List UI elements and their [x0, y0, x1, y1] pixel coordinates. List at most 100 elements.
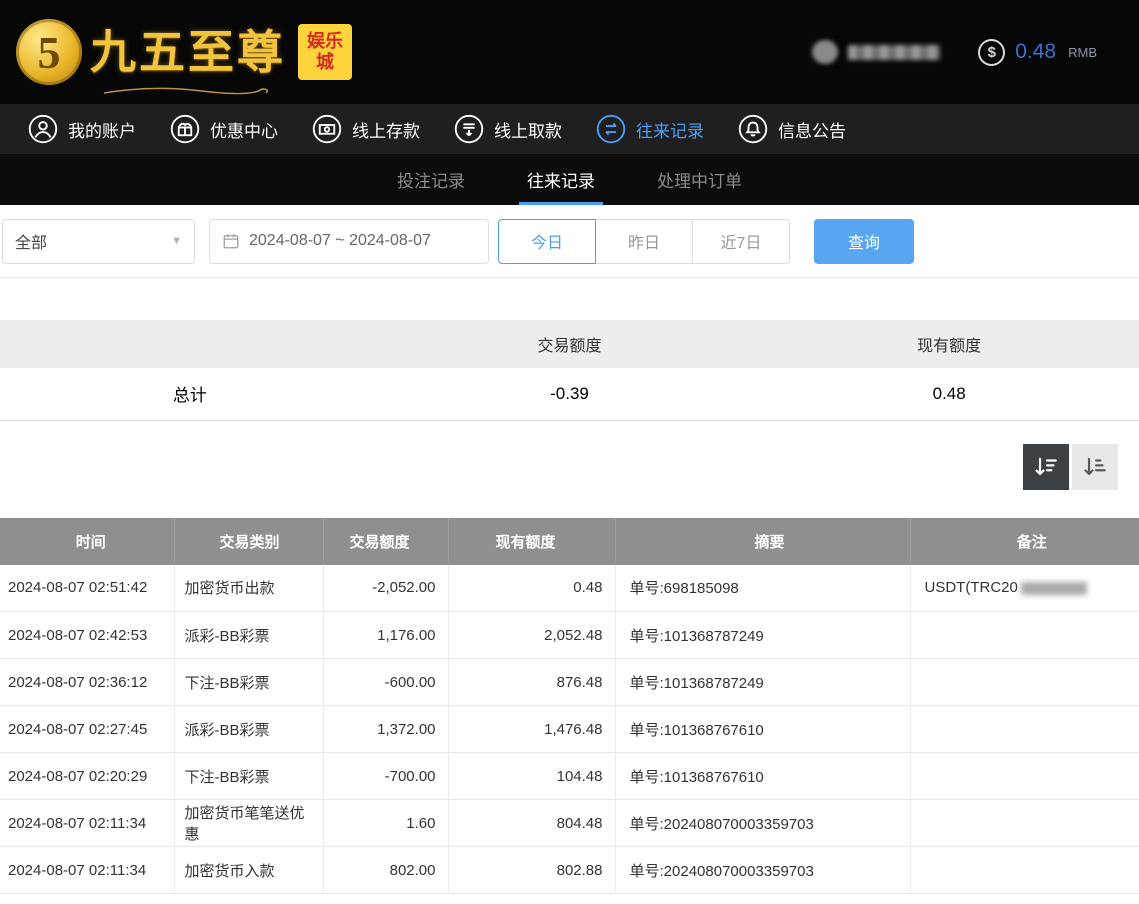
brand-badge-top: 娱乐 — [307, 31, 343, 52]
cell-amount: -600.00 — [323, 659, 448, 706]
sort-descending-icon — [1033, 454, 1059, 480]
summary-table: 交易额度 现有额度 总计 -0.39 0.48 — [0, 320, 1139, 421]
cell-balance: 2,052.48 — [448, 612, 615, 659]
calendar-icon — [222, 232, 240, 250]
nav-item-withdraw[interactable]: 线上取款 — [446, 114, 588, 144]
withdraw-icon — [454, 114, 484, 144]
category-select-value: 全部 — [15, 229, 47, 253]
cell-note — [910, 800, 1139, 847]
nav-item-deposit[interactable]: 线上存款 — [304, 114, 446, 144]
table-row: 2024-08-07 02:11:34加密货币入款802.00802.88单号:… — [0, 847, 1139, 894]
cell-note: USDT(TRC20 — [910, 565, 1139, 612]
cell-type: 加密货币出款 — [174, 565, 323, 612]
summary-header-balance: 现有额度 — [759, 320, 1139, 368]
gold-flourish-decoration — [102, 83, 272, 99]
user-avatar[interactable] — [812, 40, 838, 64]
cell-type: 下注-BB彩票 — [174, 753, 323, 800]
nav-item-my-account[interactable]: 我的账户 — [20, 114, 162, 144]
summary-balance: 0.48 — [759, 368, 1139, 420]
table-row: 2024-08-07 02:51:42加密货币出款-2,052.000.48单号… — [0, 565, 1139, 612]
category-select[interactable]: 全部 ▼ — [2, 219, 195, 264]
nav-item-label: 往来记录 — [636, 117, 704, 142]
table-row: 2024-08-07 02:42:53派彩-BB彩票1,176.002,052.… — [0, 612, 1139, 659]
filter-bar: 全部 ▼ 2024-08-07 ~ 2024-08-07 今日昨日近7日 查询 — [0, 205, 1139, 278]
cell-summary: 单号:202408070003359703 — [615, 800, 910, 847]
tab-bet-records[interactable]: 投注记录 — [389, 154, 473, 205]
deposit-icon — [312, 114, 342, 144]
cell-balance: 804.48 — [448, 800, 615, 847]
sort-ascending-button[interactable] — [1072, 444, 1118, 490]
record-tabs: 投注记录往来记录处理中订单 — [0, 154, 1139, 205]
app-header: 5 九五至尊 娱乐 城 $ 0.48 RMB — [0, 0, 1139, 104]
redacted-note-block — [1021, 582, 1087, 595]
cell-type: 派彩-BB彩票 — [174, 612, 323, 659]
table-row: 2024-08-07 02:11:34加密货币笔笔送优惠1.60804.48单号… — [0, 800, 1139, 847]
tab-pending-orders[interactable]: 处理中订单 — [649, 154, 750, 205]
cell-time: 2024-08-07 02:11:34 — [0, 800, 174, 847]
records-col-header-2: 交易额度 — [323, 518, 448, 565]
nav-item-transactions[interactable]: 往来记录 — [588, 114, 730, 144]
nav-item-label: 我的账户 — [68, 117, 136, 142]
summary-header-empty — [0, 320, 380, 368]
records-col-header-1: 交易类别 — [174, 518, 323, 565]
cell-summary: 单号:698185098 — [615, 565, 910, 612]
cell-amount: 1,176.00 — [323, 612, 448, 659]
balance-currency: RMB — [1068, 45, 1097, 60]
chevron-down-icon: ▼ — [171, 235, 182, 247]
records-col-header-5: 备注 — [910, 518, 1139, 565]
nav-item-promotions[interactable]: 优惠中心 — [162, 114, 304, 144]
nav-item-label: 信息公告 — [778, 117, 846, 142]
nav-item-announcements[interactable]: 信息公告 — [730, 114, 872, 144]
nav-item-label: 优惠中心 — [210, 117, 278, 142]
sort-ascending-icon — [1082, 454, 1108, 480]
cell-amount: 1.60 — [323, 800, 448, 847]
cell-amount: -700.00 — [323, 753, 448, 800]
quick-range-group: 今日昨日近7日 — [499, 219, 790, 264]
cell-time: 2024-08-07 02:42:53 — [0, 612, 174, 659]
username-redacted — [848, 45, 940, 60]
page: 5 九五至尊 娱乐 城 $ 0.48 RMB 我的账户优惠中心线上存款线上取款往… — [0, 0, 1139, 904]
cell-summary: 单号:101368767610 — [615, 706, 910, 753]
nav-item-label: 线上取款 — [494, 117, 562, 142]
cell-balance: 1,476.48 — [448, 706, 615, 753]
cell-summary: 单号:101368787249 — [615, 659, 910, 706]
cell-time: 2024-08-07 02:51:42 — [0, 565, 174, 612]
quick-range-2[interactable]: 近7日 — [692, 219, 790, 264]
summary-header-trade-amount: 交易额度 — [380, 320, 760, 368]
coin-logo-icon: 5 — [16, 19, 82, 85]
quick-range-1[interactable]: 昨日 — [595, 219, 693, 264]
table-row: 2024-08-07 02:36:12下注-BB彩票-600.00876.48单… — [0, 659, 1139, 706]
cell-note — [910, 659, 1139, 706]
brand-badge-bottom: 城 — [316, 52, 334, 73]
nav-item-label: 线上存款 — [352, 117, 420, 142]
sort-controls — [0, 421, 1139, 518]
cell-balance: 802.88 — [448, 847, 615, 894]
cell-summary: 单号:101368787249 — [615, 612, 910, 659]
sort-descending-button[interactable] — [1023, 444, 1069, 490]
account-area: $ 0.48 RMB — [812, 39, 1097, 66]
brand-logo: 5 九五至尊 娱乐 城 — [16, 19, 352, 85]
cell-note — [910, 612, 1139, 659]
cell-type: 加密货币入款 — [174, 847, 323, 894]
main-nav: 我的账户 优惠中心 线上存款 线上取款 往来记录 信息公告 — [0, 104, 1139, 154]
cell-amount: 802.00 — [323, 847, 448, 894]
cell-time: 2024-08-07 02:27:45 — [0, 706, 174, 753]
cell-balance: 876.48 — [448, 659, 615, 706]
query-button[interactable]: 查询 — [814, 219, 914, 264]
records-icon — [596, 114, 626, 144]
summary-row: 总计 -0.39 0.48 — [0, 368, 1139, 420]
quick-range-0[interactable]: 今日 — [498, 219, 596, 264]
summary-total-label: 总计 — [0, 368, 380, 420]
date-range-value: 2024-08-07 ~ 2024-08-07 — [249, 232, 431, 250]
summary-trade-amount: -0.39 — [380, 368, 760, 420]
records-col-header-0: 时间 — [0, 518, 174, 565]
tab-transaction-records[interactable]: 往来记录 — [519, 154, 603, 205]
brand-name: 九五至尊 — [90, 29, 286, 75]
gift-icon — [170, 114, 200, 144]
brand-badge: 娱乐 城 — [298, 24, 352, 80]
dollar-circle-icon: $ — [978, 39, 1005, 66]
date-range-input[interactable]: 2024-08-07 ~ 2024-08-07 — [209, 219, 489, 264]
cell-type: 下注-BB彩票 — [174, 659, 323, 706]
cell-type: 派彩-BB彩票 — [174, 706, 323, 753]
records-table: 时间交易类别交易额度现有额度摘要备注 2024-08-07 02:51:42加密… — [0, 518, 1139, 895]
